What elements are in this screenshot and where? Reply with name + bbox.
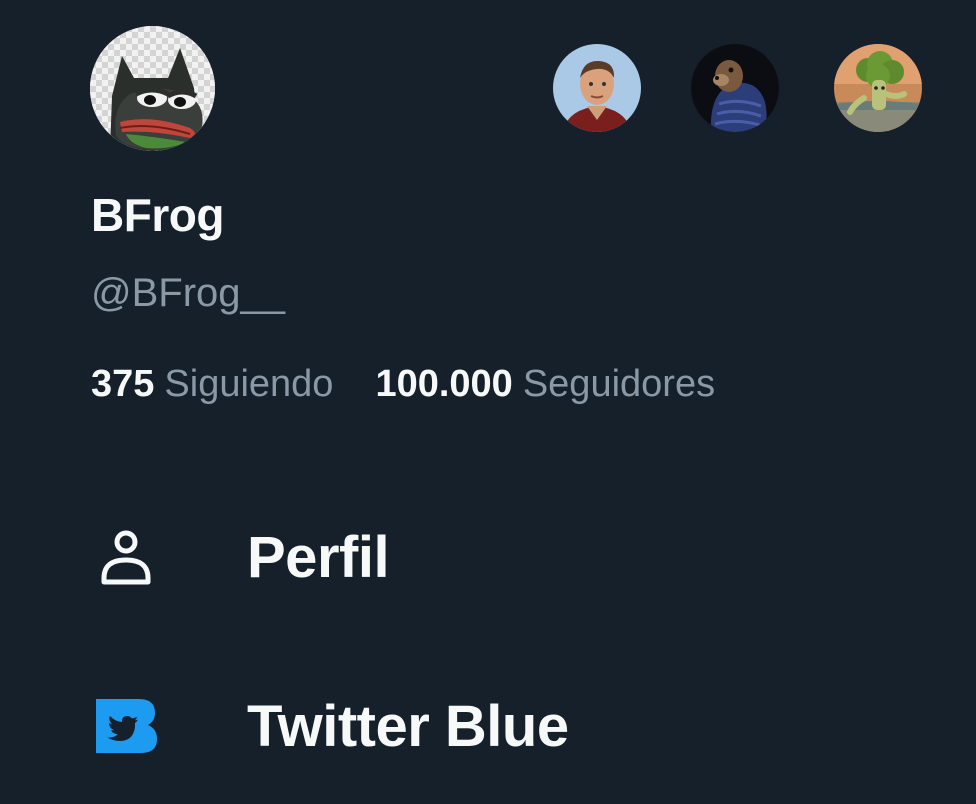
twitter-blue-icon	[91, 691, 161, 761]
profile-avatar[interactable]	[90, 26, 215, 151]
following-count: 375	[91, 363, 155, 405]
follow-stats: 375 Siguiendo 100.000 Seguidores	[91, 363, 715, 406]
switch-account-avatar-3[interactable]	[834, 44, 922, 132]
menu-item-profile-label: Perfil	[247, 524, 390, 590]
switch-account-avatar-2[interactable]	[691, 44, 779, 132]
following-stat[interactable]: 375 Siguiendo	[91, 363, 333, 406]
switch-account-avatar-1[interactable]	[553, 44, 641, 132]
person-icon	[91, 522, 161, 592]
otter-in-jacket-avatar-icon	[691, 44, 779, 132]
menu-item-twitter-blue[interactable]: Twitter Blue	[91, 686, 569, 766]
menu-item-profile[interactable]: Perfil	[91, 517, 390, 597]
man-portrait-avatar-icon	[553, 44, 641, 132]
navigation-drawer: BFrog @BFrog__ 375 Siguiendo 100.000 Seg…	[0, 0, 976, 804]
menu-item-twitter-blue-label: Twitter Blue	[247, 693, 569, 759]
profile-handle[interactable]: @BFrog__	[91, 271, 285, 316]
followers-count: 100.000	[375, 363, 513, 405]
followers-label: Seguidores	[522, 363, 716, 405]
followers-stat[interactable]: 100.000 Seguidores	[375, 363, 715, 406]
frog-avatar-icon	[90, 26, 215, 151]
following-label: Siguiendo	[164, 363, 334, 405]
broccoli-avatar-icon	[834, 44, 922, 132]
profile-display-name[interactable]: BFrog	[91, 188, 224, 242]
